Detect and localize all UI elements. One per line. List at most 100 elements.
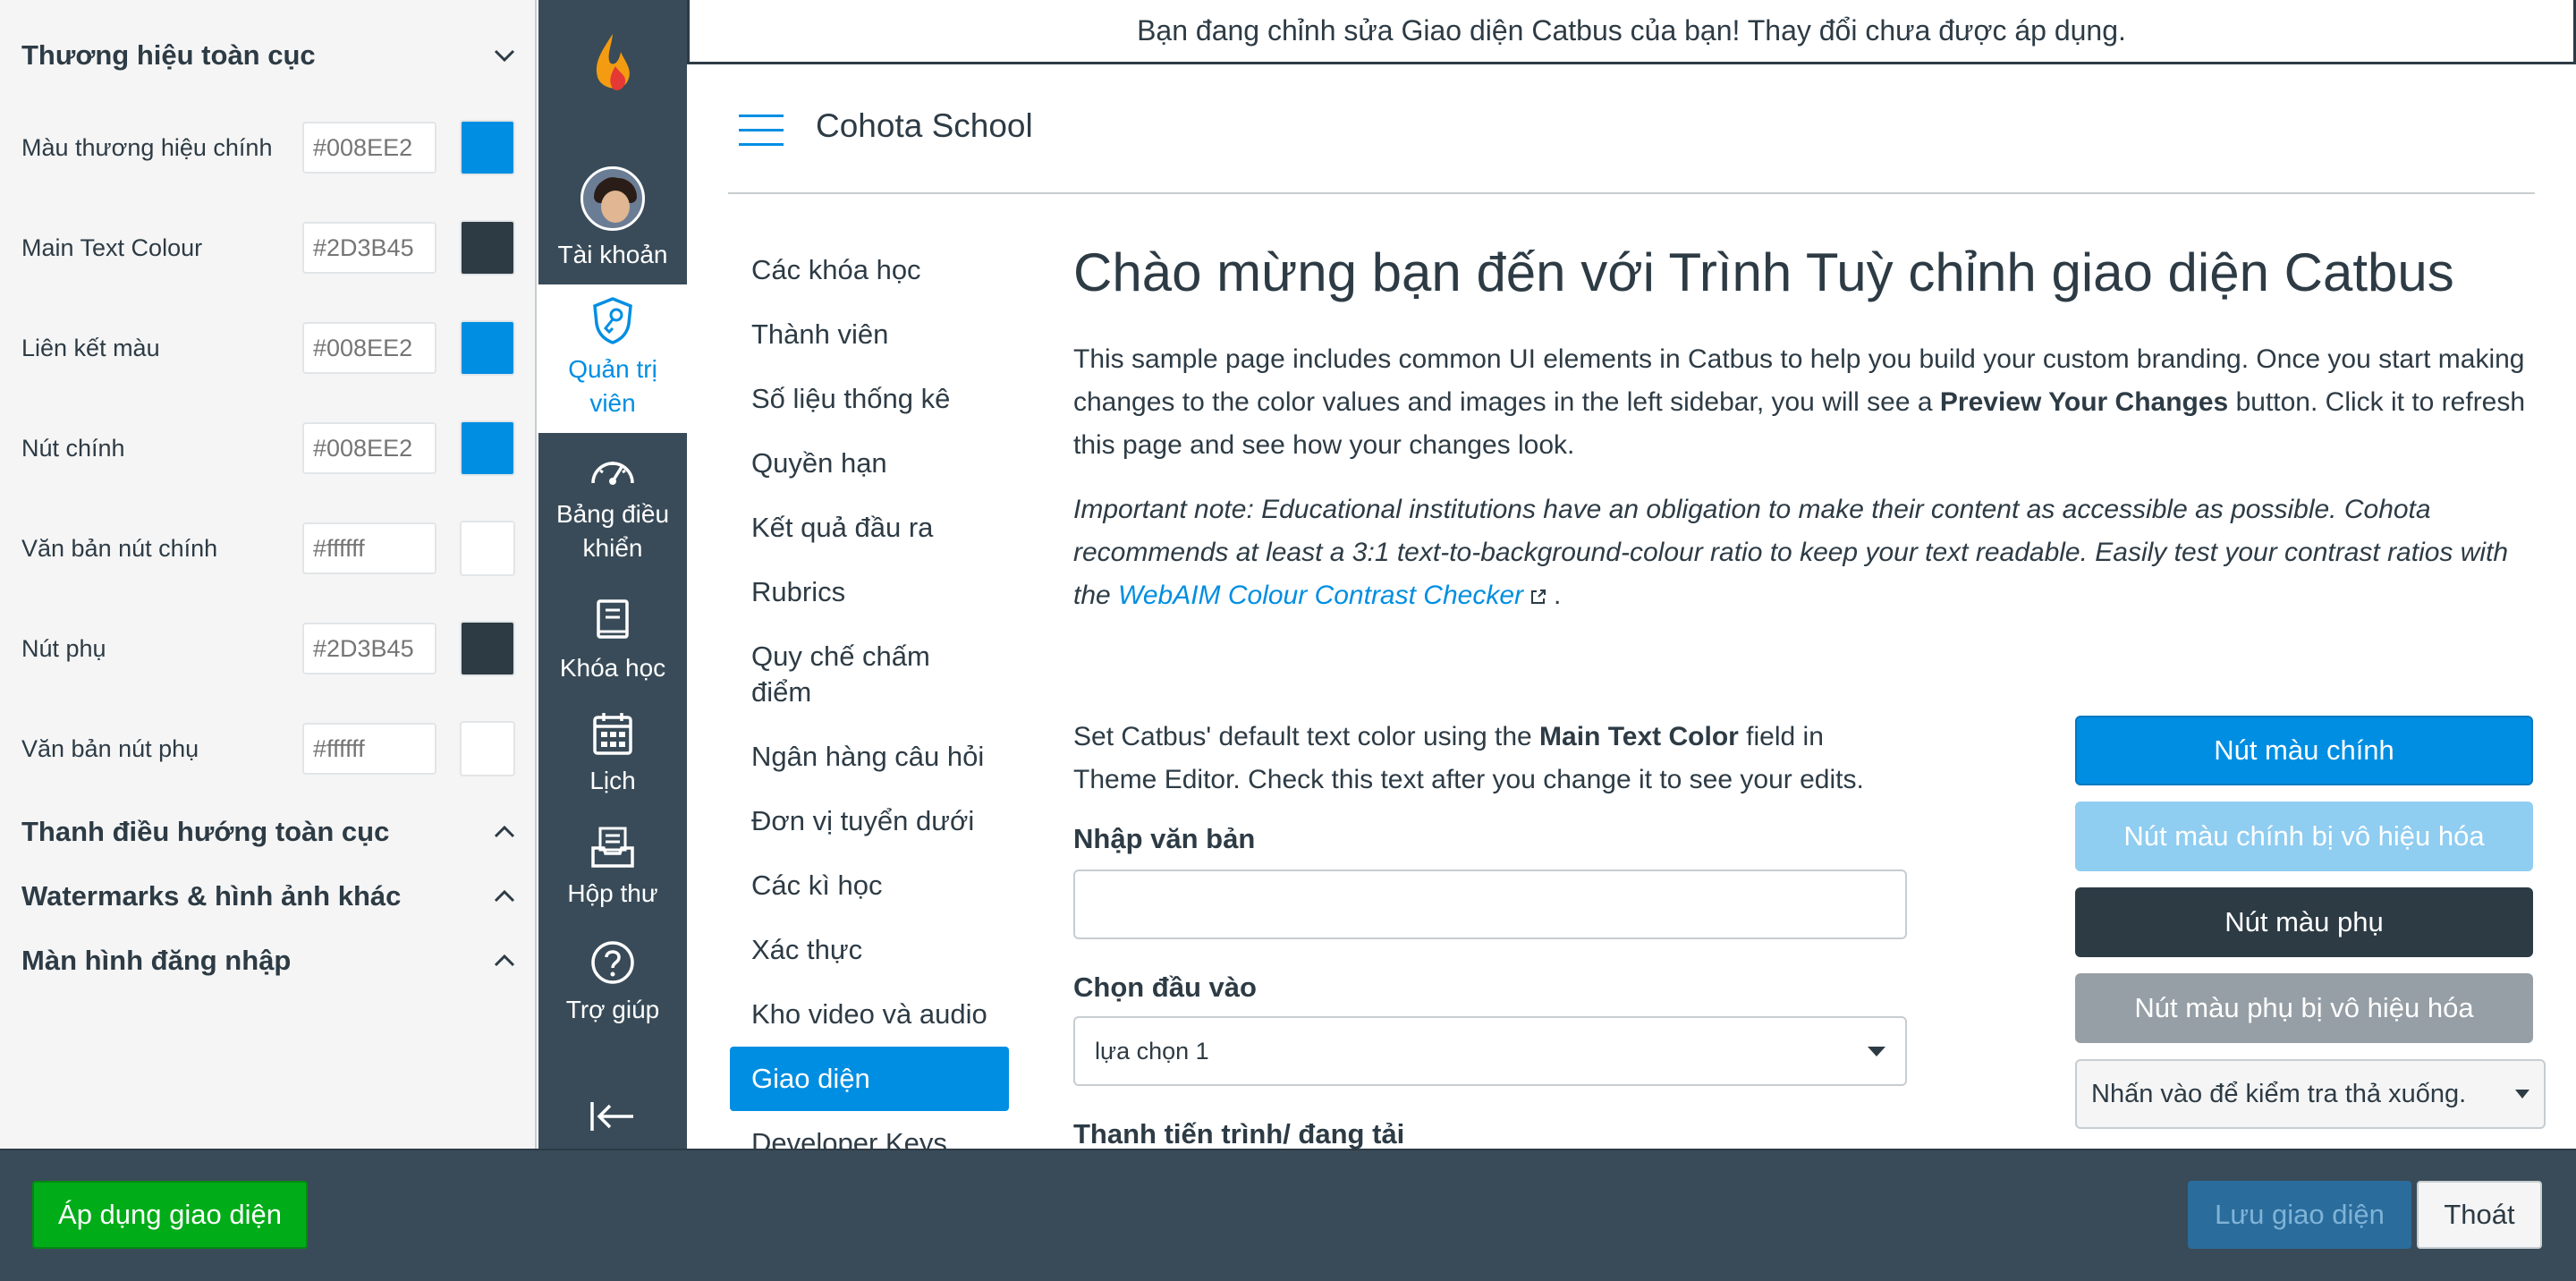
primary-button[interactable]: Nút màu chính [2075, 716, 2533, 785]
dropdown-test-button[interactable]: Nhấn vào để kiểm tra thả xuống. [2075, 1059, 2546, 1129]
color-swatch[interactable] [460, 621, 515, 676]
contrast-checker-link[interactable]: WebAIM Colour Contrast Checker [1118, 581, 1523, 610]
text-input[interactable] [1073, 870, 1907, 939]
subnav-rubrics[interactable]: Rubrics [730, 574, 1009, 610]
color-row-brand: Màu thương hiệu chính [21, 116, 517, 179]
section-watermarks[interactable]: Watermarks & hình ảnh khác [21, 870, 517, 923]
nav-label: Lịch [589, 767, 636, 794]
primary-button-text-color-input[interactable] [302, 522, 436, 574]
nav-help[interactable]: Trợ giúp [538, 939, 687, 1029]
save-theme-button[interactable]: Lưu giao diện [2188, 1181, 2411, 1249]
subnav-permissions[interactable]: Quyền hạn [730, 445, 1009, 481]
help-icon [591, 941, 634, 984]
collapse-nav-icon[interactable] [589, 1099, 637, 1134]
nav-inbox[interactable]: Hộp thư [538, 825, 687, 914]
section-global-branding[interactable]: Thương hiệu toàn cục [21, 29, 517, 82]
avatar [580, 166, 645, 231]
subnav-people[interactable]: Thành viên [730, 317, 1009, 352]
external-link-icon [1531, 590, 1546, 605]
nav-calendar[interactable]: Lịch [538, 710, 687, 800]
color-label: Nút chính [21, 434, 125, 462]
caret-down-icon [2515, 1090, 2529, 1099]
hamburger-menu-icon[interactable] [739, 115, 784, 147]
text-color-bold: Main Text Color [1539, 722, 1739, 751]
primary-button-color-input[interactable] [302, 422, 436, 474]
color-row-main-text: Main Text Colour [21, 216, 517, 279]
section-title: Watermarks & hình ảnh khác [21, 880, 402, 912]
nav-label: Khóa học [559, 654, 666, 682]
preview-banner: Bạn đang chỉnh sửa Giao diện Catbus của … [687, 0, 2576, 64]
color-row-primary-button: Nút chính [21, 417, 517, 479]
section-title: Thanh điều hướng toàn cục [21, 816, 390, 847]
section-title: Thương hiệu toàn cục [21, 39, 316, 71]
nav-admin[interactable]: Quản trị viên [538, 284, 687, 433]
nav-label: Quản trị viên [568, 355, 657, 417]
text-input-label: Nhập văn bản [1073, 823, 1256, 854]
subnav-themes[interactable]: Giao diện [730, 1047, 1009, 1111]
secondary-button-color-input[interactable] [302, 623, 436, 674]
link-color-input[interactable] [302, 322, 436, 374]
chevron-down-icon [494, 49, 515, 63]
nav-courses[interactable]: Khóa học [538, 598, 687, 687]
chevron-up-icon [494, 954, 515, 967]
color-swatch[interactable] [460, 721, 515, 776]
dropdown-label: Nhấn vào để kiểm tra thả xuống. [2091, 1079, 2467, 1108]
color-label: Màu thương hiệu chính [21, 133, 273, 161]
progress-label: Thanh tiến trình/ đang tải [1073, 1118, 1405, 1149]
inbox-icon [591, 827, 634, 868]
select-input[interactable]: lựa chọn 1 [1073, 1016, 1907, 1086]
logo-icon[interactable] [583, 30, 642, 102]
note-end: . [1554, 581, 1562, 610]
apply-theme-button[interactable]: Áp dụng giao diện [32, 1181, 308, 1249]
chevron-up-icon [494, 825, 515, 838]
color-swatch[interactable] [460, 120, 515, 175]
subnav-statistics[interactable]: Số liệu thống kê [730, 381, 1009, 417]
secondary-button-text-color-input[interactable] [302, 723, 436, 775]
color-swatch[interactable] [460, 521, 515, 576]
color-swatch[interactable] [460, 320, 515, 376]
subnav-terms[interactable]: Các kì học [730, 868, 1009, 903]
subnav-sub-accounts[interactable]: Đơn vị tuyển dưới [730, 803, 1009, 839]
color-row-primary-button-text: Văn bản nút chính [21, 517, 517, 580]
nav-label: Hộp thư [567, 879, 658, 907]
dashboard-icon [591, 462, 634, 485]
account-name[interactable]: Cohota School [816, 107, 1033, 145]
theme-editor-panel: Thương hiệu toàn cục Màu thương hiệu chí… [0, 0, 537, 1149]
main-text-color-input[interactable] [302, 222, 436, 274]
calendar-icon [593, 713, 632, 755]
banner-text: Bạn đang chỉnh sửa Giao diện Catbus của … [1137, 14, 2126, 47]
subnav-developer-keys[interactable]: Developer Keys [730, 1125, 1009, 1149]
exit-button[interactable]: Thoát [2417, 1181, 2542, 1249]
primary-button-disabled: Nút màu chính bị vô hiệu hóa [2075, 802, 2533, 871]
section-global-nav[interactable]: Thanh điều hướng toàn cục [21, 805, 517, 859]
subnav-authentication[interactable]: Xác thực [730, 932, 1009, 968]
section-title: Màn hình đăng nhập [21, 945, 292, 976]
nav-label: Bảng điều khiển [555, 500, 670, 562]
nav-dashboard[interactable]: Bảng điều khiển [538, 451, 687, 576]
color-row-secondary-button-text: Văn bản nút phụ [21, 717, 517, 780]
divider [728, 192, 2535, 194]
theme-editor-footer: Áp dụng giao diện Lưu giao diện Thoát [0, 1149, 2576, 1281]
book-icon [597, 599, 629, 639]
color-row-secondary-button: Nút phụ [21, 617, 517, 680]
subnav-outcomes[interactable]: Kết quả đầu ra [730, 510, 1009, 546]
nav-account[interactable]: Tài khoản [538, 166, 687, 272]
intro-bold: Preview Your Changes [1939, 387, 2229, 417]
subnav-question-banks[interactable]: Ngân hàng câu hỏi [730, 739, 1009, 775]
section-login-screen[interactable]: Màn hình đăng nhập [21, 934, 517, 988]
text-color-paragraph: Set Catbus' default text color using the… [1073, 716, 1914, 802]
brand-color-input[interactable] [302, 122, 436, 174]
nav-label: Trợ giúp [565, 996, 660, 1023]
subnav-grading-schemes[interactable]: Quy chế chấm điểm [730, 639, 998, 710]
secondary-button[interactable]: Nút màu phụ [2075, 887, 2533, 957]
color-swatch[interactable] [460, 420, 515, 476]
nav-label: Tài khoản [557, 241, 668, 268]
select-input-label: Chọn đầu vào [1073, 971, 1257, 1003]
color-swatch[interactable] [460, 220, 515, 276]
color-row-link: Liên kết màu [21, 317, 517, 379]
color-label: Main Text Colour [21, 233, 203, 261]
subnav-courses[interactable]: Các khóa học [730, 252, 1009, 288]
secondary-button-disabled: Nút màu phụ bị vô hiệu hóa [2075, 973, 2533, 1043]
subnav-media[interactable]: Kho video và audio [730, 997, 1009, 1032]
chevron-up-icon [494, 889, 515, 903]
